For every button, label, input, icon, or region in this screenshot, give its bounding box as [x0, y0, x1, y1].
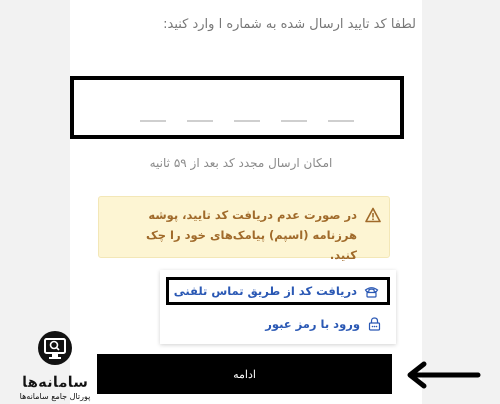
logo-name: سامانه‌ها [21, 373, 89, 391]
phone-call-option[interactable]: دریافت کد از طریق تماس تلفنی [166, 277, 390, 305]
warning-text: در صورت عدم دریافت کد تایید، پوشه هرزنام… [145, 208, 357, 262]
continue-button[interactable]: ادامه [97, 354, 392, 394]
logo-monitor-icon [38, 331, 72, 365]
login-options-menu: دریافت کد از طریق تماس تلفنی ورود با رمز… [160, 270, 396, 344]
phone-call-option-label: دریافت کد از طریق تماس تلفنی [173, 284, 357, 298]
logo-tagline: پورتال جامع سامانه‌ها [19, 392, 91, 401]
password-login-option-label: ورود با رمز عبور [265, 317, 360, 331]
password-login-option[interactable]: ورود با رمز عبور [166, 310, 390, 338]
otp-input[interactable] [70, 76, 404, 139]
arrow-left-icon [407, 361, 481, 389]
samaneha-logo: سامانه‌ها پورتال جامع سامانه‌ها [10, 330, 100, 401]
otp-digit-slot[interactable] [234, 120, 260, 122]
phone-icon [364, 286, 379, 298]
password-lock-icon [368, 317, 381, 331]
verification-instruction: لطفا کد تایید ارسال شده به شماره ا وارد … [163, 17, 416, 32]
otp-digit-slot[interactable] [187, 120, 213, 122]
otp-digit-slot[interactable] [140, 120, 166, 122]
resend-countdown: امکان ارسال مجدد کد بعد از ۵۹ ثانیه [149, 156, 333, 170]
spam-warning-alert: در صورت عدم دریافت کد تایید، پوشه هرزنام… [98, 196, 390, 262]
otp-digit-slot[interactable] [328, 120, 354, 122]
otp-digit-slot[interactable] [281, 120, 307, 122]
warning-triangle-icon [365, 207, 381, 223]
